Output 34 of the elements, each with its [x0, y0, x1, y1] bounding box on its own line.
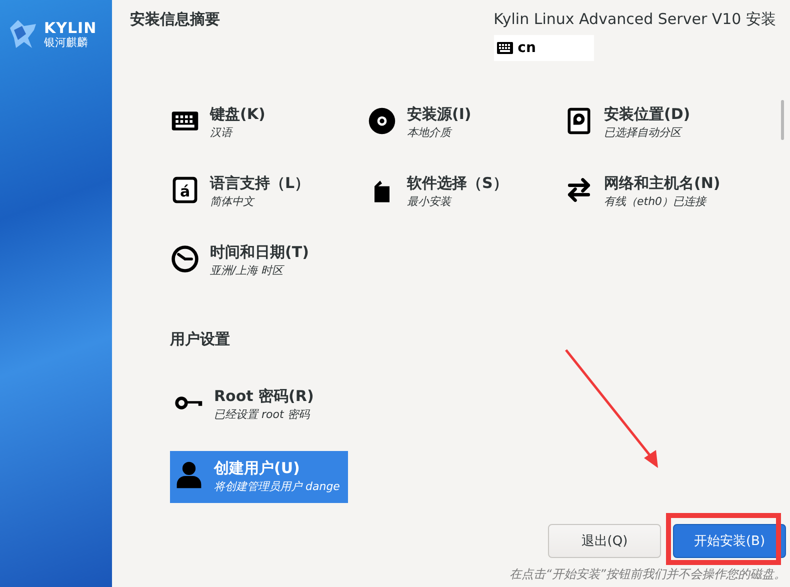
user-setting-item[interactable]: 创建用户(U) 将创建管理员用户 dange — [170, 451, 348, 503]
spoke-status: 本地介质 — [407, 125, 454, 140]
spoke-status: 最小安装 — [407, 194, 453, 209]
spoke-status: 已选择自动分区 — [604, 125, 684, 140]
spoke-title: Root 密码(R) — [214, 386, 314, 407]
disc-icon — [367, 106, 397, 136]
spoke-title[interactable]: 安装源(I) — [407, 103, 472, 125]
spoke-status: 亚洲/上海 时区 — [210, 263, 286, 278]
user-icon — [174, 460, 204, 490]
spoke-title[interactable]: 网络和主机名(N) — [604, 172, 720, 194]
spoke-status: 汉语 — [210, 125, 234, 140]
page-title: 安装信息摘要 — [130, 10, 220, 30]
footer-note: 在点击“开始安装”按钮前我们并不会操作您的磁盘。 — [510, 566, 786, 583]
keyboard-layout-indicator[interactable]: cn — [494, 35, 594, 61]
clock-icon — [170, 244, 200, 274]
spoke-status: 有线（eth0）已连接 — [604, 194, 708, 209]
spoke-status: 已经设置 root 密码 — [214, 407, 311, 422]
section-heading: 用户设置 — [170, 330, 231, 349]
logo-text: KYLIN — [44, 20, 97, 36]
spoke-title[interactable]: 软件选择（S） — [407, 172, 508, 194]
user-setting-item[interactable]: Root 密码(R) 已经设置 root 密码 — [170, 379, 348, 431]
scrollbar[interactable] — [781, 100, 784, 140]
spoke-title: 创建用户(U) — [214, 458, 301, 479]
quit-button[interactable]: 退出(Q) — [548, 524, 661, 558]
spoke-status: 简体中文 — [210, 194, 256, 209]
begin-install-button[interactable]: 开始安装(B) — [673, 524, 786, 558]
spoke-title[interactable]: 键盘(K) — [210, 103, 266, 125]
spoke-title[interactable]: 语言支持（L） — [210, 172, 310, 194]
spoke-title[interactable]: 时间和日期(T) — [210, 241, 309, 263]
spoke-title[interactable]: 安装位置(D) — [604, 103, 690, 125]
language-icon: á — [170, 175, 200, 205]
product-title: Kylin Linux Advanced Server V10 安装 — [494, 10, 776, 29]
logo-subtext: 银河麒麟 — [44, 36, 89, 48]
spoke-status: 将创建管理员用户 dange — [214, 479, 340, 494]
